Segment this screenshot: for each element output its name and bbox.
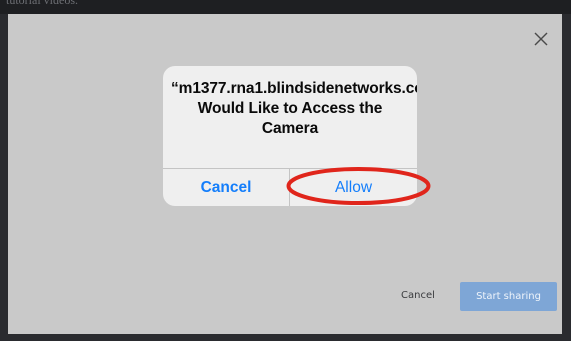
- camera-permission-alert: “m1377.rna1.blindsidenetworks.com” Would…: [163, 66, 417, 206]
- alert-title: “m1377.rna1.blindsidenetworks.com” Would…: [171, 80, 417, 137]
- modal-cancel-button[interactable]: Cancel: [401, 290, 435, 301]
- background-right-edge: [561, 14, 571, 341]
- alert-allow-button[interactable]: Allow: [290, 169, 417, 206]
- background-header: tutorial videos.: [0, 0, 571, 14]
- alert-cancel-button[interactable]: Cancel: [163, 169, 289, 206]
- background-bottom-edge: [0, 333, 571, 341]
- close-icon[interactable]: [532, 30, 550, 48]
- start-sharing-button[interactable]: Start sharing: [460, 282, 557, 311]
- background-text: tutorial videos.: [6, 0, 78, 7]
